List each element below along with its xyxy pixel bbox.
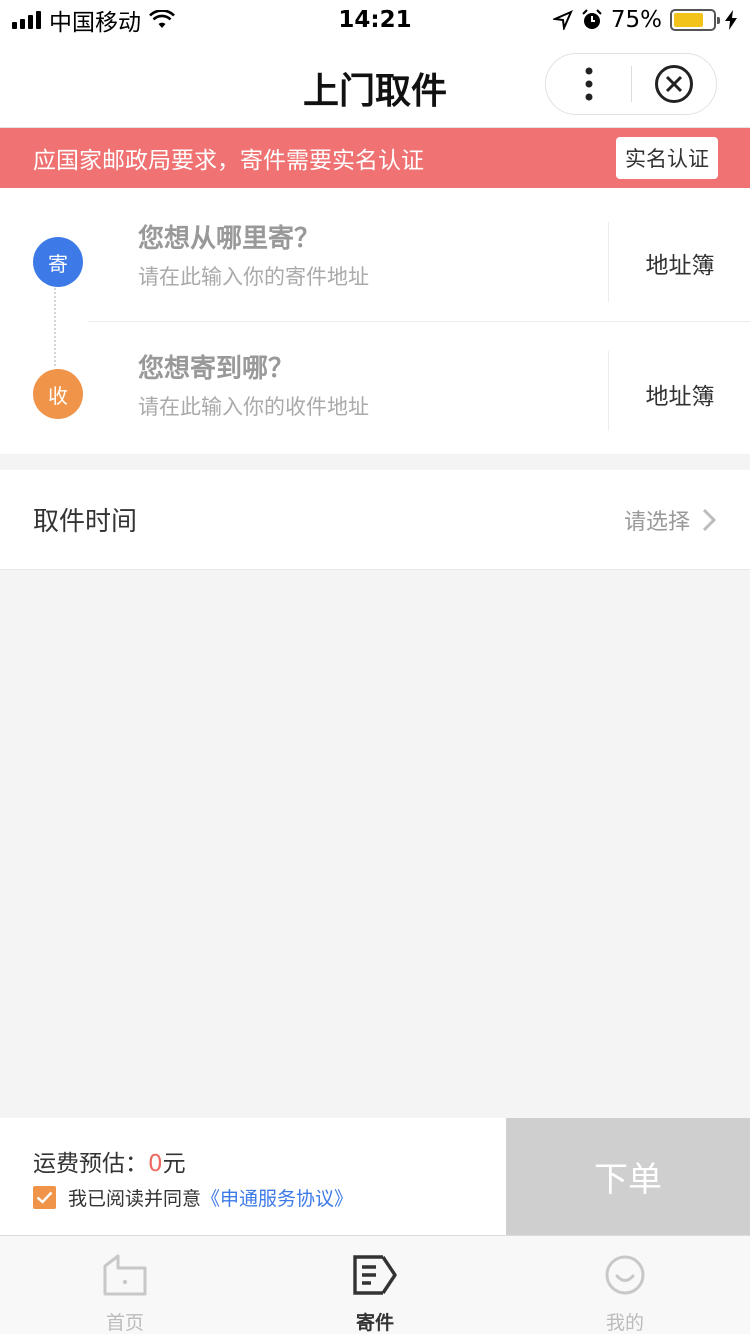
send-edit-icon bbox=[353, 1255, 397, 1295]
submit-order-button[interactable]: 下单 bbox=[506, 1118, 750, 1235]
receiver-address-book-button[interactable]: 地址簿 bbox=[610, 377, 750, 411]
banner-text: 应国家邮政局要求，寄件需要实名认证 bbox=[33, 148, 424, 174]
sender-address-book-button[interactable]: 地址簿 bbox=[610, 246, 750, 280]
chevron-right-icon bbox=[702, 508, 716, 531]
receiver-address-row[interactable]: 收 您想寄到哪？ 请在此输入你的收件地址 地址簿 bbox=[0, 321, 750, 454]
status-right: 75% bbox=[488, 7, 738, 33]
status-left: 中国移动 bbox=[12, 3, 262, 37]
mini-program-capsule bbox=[545, 53, 717, 115]
real-name-button[interactable]: 实名认证 bbox=[616, 137, 718, 179]
battery-icon bbox=[670, 9, 720, 31]
signal-icon bbox=[12, 11, 41, 29]
address-card: 寄 您想从哪里寄？ 请在此输入你的寄件地址 地址簿 收 您想寄到哪？ 请在此输入… bbox=[0, 188, 750, 454]
receiver-divider bbox=[608, 351, 609, 431]
pickup-time-value: 请选择 bbox=[623, 509, 690, 535]
sender-hint: 请在此输入你的寄件地址 bbox=[138, 265, 369, 289]
pickup-time-select[interactable]: 请选择 bbox=[624, 504, 716, 536]
tab-send-label: 寄件 bbox=[355, 1312, 394, 1334]
smiley-icon bbox=[605, 1255, 645, 1295]
sender-address-input[interactable]: 您想从哪里寄？ 请在此输入你的寄件地址 bbox=[138, 221, 578, 291]
location-icon bbox=[552, 10, 573, 30]
home-icon bbox=[103, 1254, 147, 1296]
status-bar: 中国移动 14:21 75% bbox=[0, 0, 750, 40]
fee-amount: 0 bbox=[148, 1151, 163, 1177]
wifi-icon bbox=[149, 10, 175, 28]
status-time: 14:21 bbox=[338, 7, 412, 33]
tab-home[interactable]: 首页 bbox=[0, 1236, 250, 1334]
tab-send[interactable]: 寄件 bbox=[250, 1236, 500, 1334]
tab-bar: 首页 寄件 我的 bbox=[0, 1235, 750, 1334]
sender-divider bbox=[608, 222, 609, 302]
receiver-address-input[interactable]: 您想寄到哪？ 请在此输入你的收件地址 bbox=[138, 351, 578, 421]
fee-estimate: 运费预估：0元 bbox=[33, 1144, 186, 1178]
route-dotted-line bbox=[54, 288, 56, 366]
sender-address-row[interactable]: 寄 您想从哪里寄？ 请在此输入你的寄件地址 地址簿 bbox=[0, 188, 750, 321]
check-icon bbox=[36, 1191, 53, 1204]
fee-label: 运费预估： bbox=[33, 1151, 148, 1177]
tab-home-label: 首页 bbox=[105, 1312, 144, 1334]
alarm-icon bbox=[582, 9, 602, 29]
pickup-time-row[interactable]: 取件时间 请选择 bbox=[0, 470, 750, 570]
receiver-badge: 收 bbox=[33, 369, 83, 419]
nav-bar: 上门取件 bbox=[0, 40, 750, 128]
receiver-hint: 请在此输入你的收件地址 bbox=[138, 395, 369, 419]
agree-checkbox[interactable] bbox=[33, 1186, 56, 1209]
order-bar: 运费预估：0元 我已阅读并同意《申通服务协议》 下单 bbox=[0, 1118, 750, 1235]
more-button[interactable] bbox=[546, 54, 631, 114]
fee-unit: 元 bbox=[162, 1151, 186, 1177]
battery-fill bbox=[674, 13, 703, 27]
receiver-title: 您想寄到哪？ bbox=[138, 354, 295, 384]
more-icon bbox=[585, 67, 592, 101]
agree-text: 我已阅读并同意 bbox=[68, 1188, 202, 1210]
agreement-link[interactable]: 《申通服务协议》 bbox=[201, 1188, 353, 1210]
sender-title: 您想从哪里寄？ bbox=[138, 224, 321, 254]
carrier-name: 中国移动 bbox=[49, 10, 141, 36]
battery-percent: 75% bbox=[610, 7, 662, 33]
close-button[interactable] bbox=[632, 54, 716, 114]
tab-mine[interactable]: 我的 bbox=[500, 1236, 750, 1334]
charging-icon bbox=[725, 10, 737, 30]
real-name-banner: 应国家邮政局要求，寄件需要实名认证 实名认证 bbox=[0, 128, 750, 188]
pickup-time-label: 取件时间 bbox=[33, 507, 138, 537]
agreement-line: 我已阅读并同意《申通服务协议》 bbox=[33, 1184, 353, 1211]
close-icon bbox=[654, 65, 693, 103]
tab-mine-label: 我的 bbox=[605, 1312, 644, 1334]
sender-badge: 寄 bbox=[33, 237, 83, 287]
